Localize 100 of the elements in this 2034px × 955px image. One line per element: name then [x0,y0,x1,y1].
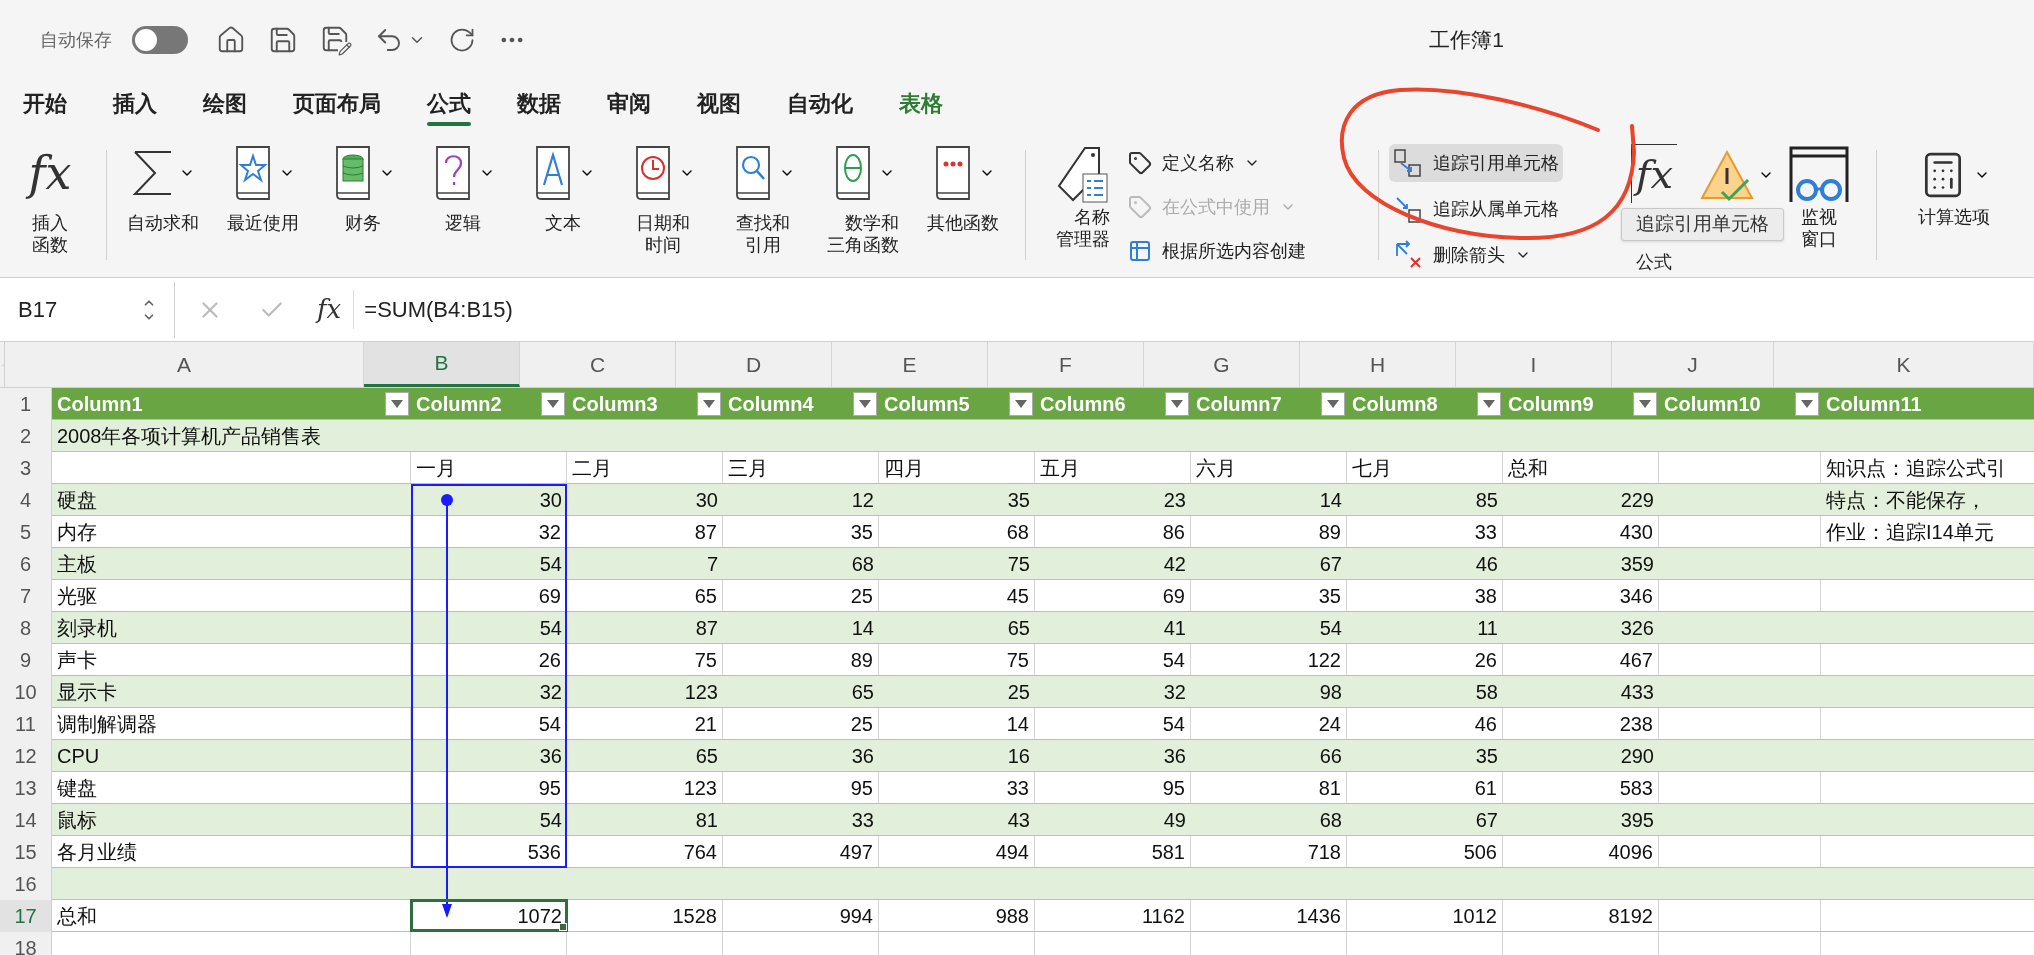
redo-icon[interactable] [448,26,476,54]
row-number[interactable]: 1 [0,388,52,420]
save-icon[interactable] [268,25,298,55]
column-title: Column3 [571,391,659,417]
button-label: 日期和时间 [636,212,690,256]
column-header[interactable]: J [1612,342,1774,387]
function-category-button[interactable]: 自动求和 [113,144,213,234]
row-number[interactable]: 15 [0,836,52,868]
column-header[interactable]: G [1144,342,1300,387]
ribbon-tab[interactable]: 绘图 [180,80,270,126]
table-cell-text: 994 [838,903,874,929]
table-cell-text: 506 [1462,839,1498,865]
home-icon[interactable] [216,25,246,55]
table-cell-text: 95 [1161,775,1186,801]
ribbon-tab[interactable]: 表格 [876,80,966,126]
table-cell-text: 14 [1005,711,1030,737]
table-cell-text: 46 [1474,551,1499,577]
ribbon-tab[interactable]: 插入 [90,80,180,126]
row-number[interactable]: 7 [0,580,52,612]
auditing-command[interactable]: 删除箭头 [1389,236,1535,274]
ribbon-tab[interactable]: 审阅 [584,80,674,126]
insert-function-button[interactable]: fx 插入函数 [0,144,100,256]
filter-button[interactable] [697,392,721,416]
column-title: Column8 [1351,391,1439,417]
table-cell-text: 25 [849,583,874,609]
column-header[interactable]: K [1774,342,2034,387]
column-header[interactable]: F [988,342,1144,387]
name-command[interactable]: 根据所选内容创建 [1128,234,1306,268]
filter-button[interactable] [541,392,565,416]
table-cell-text: 43 [1006,807,1031,833]
name-manager-button[interactable]: 名称管理器 [1038,144,1128,250]
filter-button[interactable] [1009,392,1033,416]
function-category-button[interactable]: 日期和时间 [613,144,713,256]
row-number[interactable]: 3 [0,452,52,484]
active-cell[interactable]: 1072 [411,900,567,931]
filter-button[interactable] [1477,392,1501,416]
row-number[interactable]: 16 [0,868,52,900]
row-number[interactable]: 9 [0,644,52,676]
function-category-button[interactable]: 财务 [313,144,413,234]
row-number[interactable]: 8 [0,612,52,644]
row-number[interactable]: 18 [0,932,52,955]
name-command[interactable]: 定义名称 [1128,146,1260,180]
filter-button[interactable] [853,392,877,416]
filter-button[interactable] [1165,392,1189,416]
auditing-command[interactable]: 追踪从属单元格 [1389,190,1563,228]
filter-button[interactable] [385,392,409,416]
formula-field[interactable]: =SUM(B4:B15) [364,293,513,326]
table-cell-text: 65 [1006,615,1031,641]
row-number[interactable]: 14 [0,804,52,836]
row-number[interactable]: 11 [0,708,52,740]
table-cell-text: 11 [1476,615,1499,641]
ribbon-tab[interactable]: 开始 [0,80,90,126]
table-cell-text: 30 [538,487,563,513]
name-box[interactable]: B17 [0,281,175,338]
table-cell-text: 433 [1619,679,1655,705]
autosave-toggle[interactable] [132,26,188,54]
row-number[interactable]: 12 [0,740,52,772]
ribbon-tab[interactable]: 视图 [674,80,764,126]
table-cell-text: 290 [1619,743,1655,769]
table-cell-text: 调制解调器 [56,711,158,737]
column-header[interactable]: E [832,342,988,387]
table-cell-text: 764 [682,839,718,865]
table-cell-text: 65 [694,743,719,769]
column-header[interactable]: B [364,342,520,387]
column-header[interactable]: D [676,342,832,387]
function-category-button[interactable]: 查找和引用 [713,144,813,256]
ribbon-tab[interactable]: 公式 [404,80,494,126]
function-category-button[interactable]: 最近使用 [213,144,313,234]
column-header[interactable]: H [1300,342,1456,387]
function-category-button[interactable]: 文本 [513,144,613,234]
row-number[interactable]: 10 [0,676,52,708]
function-category-button[interactable]: 其他函数 [913,144,1013,234]
filter-button[interactable] [1321,392,1345,416]
fill-handle[interactable] [559,923,567,931]
row-number[interactable]: 4 [0,484,52,516]
table-cell-text: 66 [1318,743,1343,769]
auditing-command[interactable]: 追踪引用单元格 [1389,144,1563,182]
row-number[interactable]: 17 [0,900,52,932]
function-category-button[interactable]: 数学和三角函数 [813,144,913,256]
calculation-options-button[interactable]: 计算选项 [1889,144,2019,228]
caret-icon [391,400,403,408]
save-as-icon[interactable] [320,24,352,56]
ribbon-tab[interactable]: 页面布局 [270,80,404,126]
table-cell-text: 作业：追踪I14单元 [1825,519,1995,545]
function-category-button[interactable]: 逻辑 [413,144,513,234]
table-cell-text: 68 [1005,519,1030,545]
column-header[interactable]: I [1456,342,1612,387]
ribbon-tab[interactable]: 自动化 [764,80,876,126]
filter-button[interactable] [1795,392,1819,416]
column-header[interactable]: C [520,342,676,387]
row-number[interactable]: 6 [0,548,52,580]
table-cell-text: 67 [1474,807,1499,833]
row-number[interactable]: 2 [0,420,52,452]
table-cell-text: 229 [1619,487,1655,513]
table-cell-text: 54 [1161,647,1186,673]
row-number[interactable]: 5 [0,516,52,548]
ribbon-tab[interactable]: 数据 [494,80,584,126]
row-number[interactable]: 13 [0,772,52,804]
filter-button[interactable] [1633,392,1657,416]
column-title: Column7 [1195,391,1283,417]
